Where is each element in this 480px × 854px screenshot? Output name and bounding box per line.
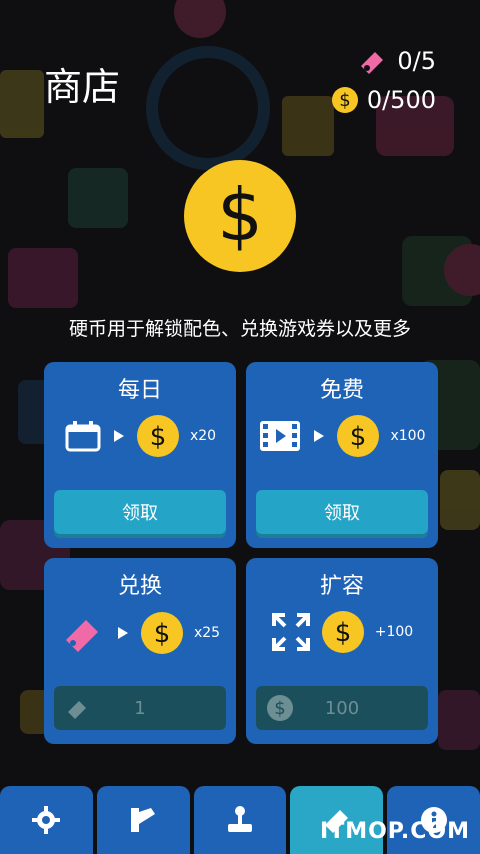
arrow-right-icon [117, 627, 128, 639]
expand-amount: +100 [374, 624, 414, 640]
card-daily: 每日 $ x20 领取 [44, 362, 236, 548]
coin-icon: $ [140, 612, 183, 654]
coin-icon: $ [267, 695, 293, 721]
svg-text:$: $ [274, 698, 285, 719]
coin-icon: $ [321, 611, 364, 653]
ticket-counter: 0/5 [355, 44, 436, 78]
svg-text:$: $ [339, 90, 350, 111]
calendar-icon [65, 421, 101, 452]
coin-icon: $ [136, 415, 179, 457]
joystick-icon [227, 806, 252, 832]
coin-icon: $ [337, 415, 380, 457]
tab-themes[interactable] [96, 786, 190, 854]
svg-text:$: $ [217, 173, 263, 257]
daily-claim-button[interactable]: 领取 [54, 490, 226, 534]
coin-icon: $ [331, 87, 358, 113]
svg-text:$: $ [150, 422, 167, 452]
palette-icon [131, 808, 156, 832]
card-exchange: 兑换 $ x25 1 [44, 558, 236, 744]
shop-description: 硬币用于解锁配色、兑换游戏券以及更多 [68, 318, 411, 340]
exchange-button[interactable]: 1 [54, 686, 226, 730]
coin-count: 0/500 [366, 86, 436, 114]
card-free: 免费 $ x100 领取 [246, 362, 438, 548]
free-multiplier: x100 [390, 428, 426, 444]
large-coin-icon: $ [184, 160, 296, 272]
ticket-icon [65, 620, 98, 652]
ticket-icon [68, 701, 86, 719]
card-expand-reward: $ +100 [246, 610, 438, 654]
free-claim-button[interactable]: 领取 [256, 490, 428, 534]
svg-text:$: $ [334, 618, 351, 648]
page-title: 商店 [44, 65, 121, 109]
tab-settings[interactable] [0, 786, 93, 854]
card-exchange-reward: $ x25 [44, 610, 236, 656]
card-expand-title: 扩容 [319, 574, 364, 599]
card-daily-title: 每日 [117, 378, 162, 403]
daily-multiplier: x20 [189, 428, 217, 444]
exchange-cost: 1 [134, 697, 146, 719]
expand-button[interactable]: $ 100 [256, 686, 428, 730]
svg-text:$: $ [154, 619, 171, 649]
video-icon [260, 421, 301, 451]
svg-text:$: $ [350, 422, 367, 452]
exchange-multiplier: x25 [193, 625, 221, 641]
settings-icon [32, 806, 61, 834]
expand-icon [271, 613, 310, 651]
watermark: ITMOP.COM [320, 819, 470, 844]
card-expand: 扩容 $ +100 $ 100 [246, 558, 438, 744]
ticket-count: 0/5 [397, 47, 436, 75]
ticket-icon [361, 52, 384, 74]
card-daily-reward: $ x20 [44, 414, 236, 458]
tab-games[interactable] [193, 786, 287, 854]
arrow-right-icon [314, 430, 325, 442]
card-free-title: 免费 [319, 378, 364, 403]
card-free-reward: $ x100 [246, 414, 438, 458]
expand-cost: 100 [324, 697, 360, 719]
coin-counter: $ 0/500 [331, 86, 436, 114]
arrow-right-icon [113, 430, 124, 442]
card-exchange-title: 兑换 [117, 574, 162, 599]
